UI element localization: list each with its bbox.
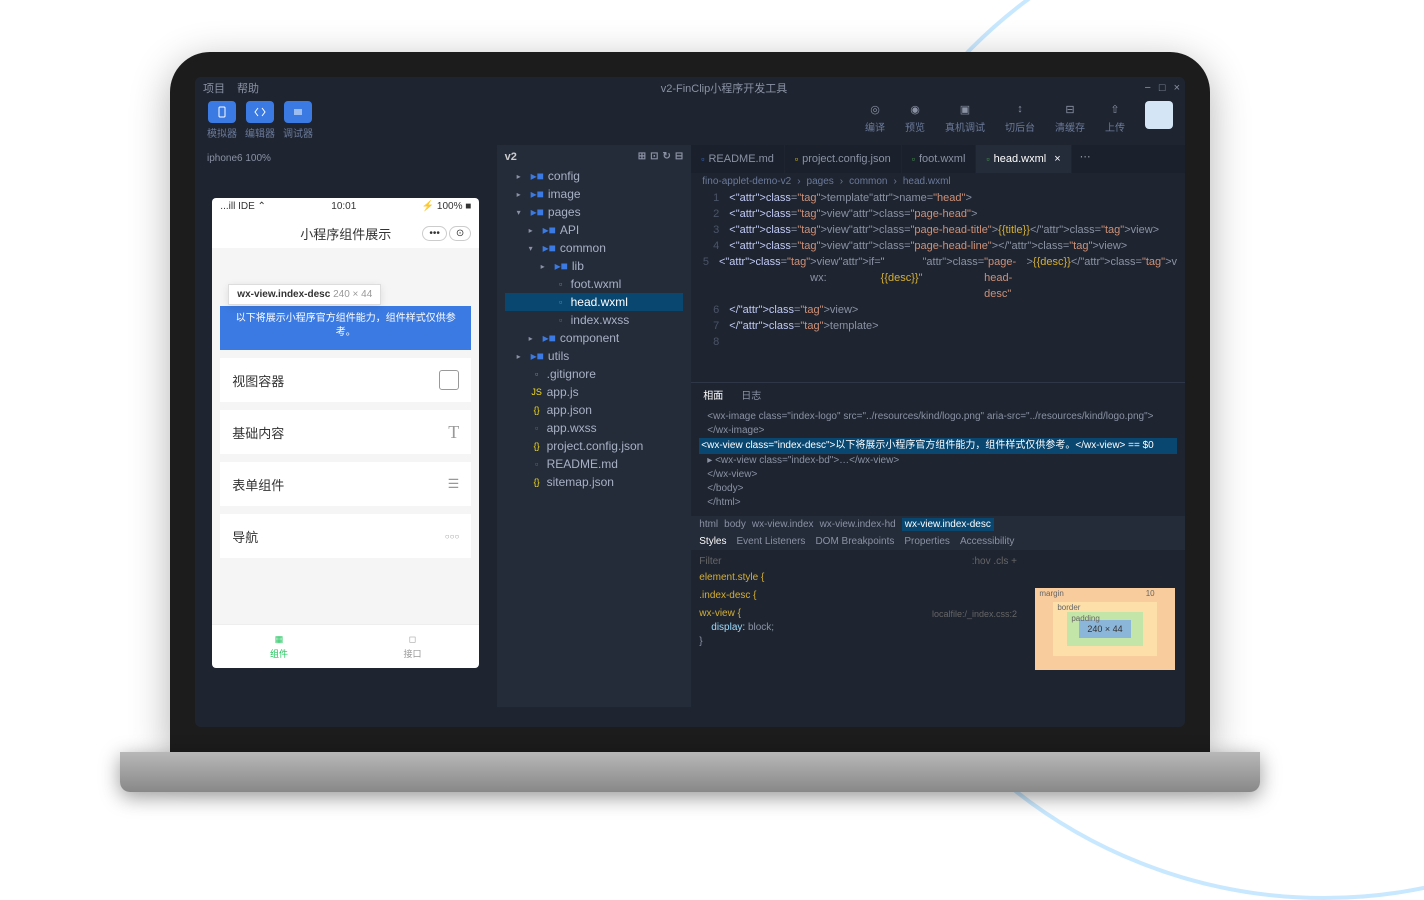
simulator-button[interactable] [208, 101, 236, 123]
dom-breadcrumb: htmlbodywx-view.indexwx-view.index-hdwx-… [691, 516, 1185, 533]
list-item[interactable]: 视图容器 [220, 358, 471, 402]
app-screen: 项目 帮助 v2-FinClip小程序开发工具 −□ × 模拟器 编辑器 调试器 … [195, 77, 1185, 727]
device-label: iphone6 100% [199, 149, 493, 168]
debugger-button[interactable] [284, 101, 312, 123]
tree-item[interactable]: ▸▸■API [505, 221, 684, 239]
tree-item[interactable]: ▫head.wxml [505, 293, 684, 311]
tree-item[interactable]: {}app.json [505, 401, 684, 419]
more-icon: ○○○ [445, 532, 460, 541]
container-icon [439, 370, 459, 390]
max-icon[interactable]: □ [1159, 82, 1166, 94]
grid-icon: ▦ [275, 634, 284, 645]
styles-tab[interactable]: Properties [904, 536, 950, 547]
editor-tab[interactable]: ▫README.md [691, 145, 785, 173]
editor-tab[interactable]: ▫project.config.json [785, 145, 902, 173]
preview-icon[interactable]: ◉ [905, 101, 925, 117]
tree-item[interactable]: ▾▸■pages [505, 203, 684, 221]
phone-simulator: ...ill IDE ⌃ 10:01 ⚡ 100% ■ 小程序组件展示 •••⊙… [212, 198, 479, 668]
editor-panel: ▫README.md▫project.config.json▫foot.wxml… [691, 145, 1185, 707]
tree-item[interactable]: {}project.config.json [505, 437, 684, 455]
debugger-label: 调试器 [283, 125, 313, 140]
box-model: margin10 border padding 240 × 44 [1025, 550, 1185, 707]
menu-project[interactable]: 项目 [203, 80, 225, 94]
background-icon[interactable]: ↕ [1010, 101, 1030, 117]
avatar[interactable] [1145, 101, 1173, 129]
simulator-label: 模拟器 [207, 125, 237, 140]
min-icon[interactable]: − [1144, 82, 1150, 94]
tree-item[interactable]: ▸▸■image [505, 185, 684, 203]
project-root: v2 [505, 151, 517, 163]
editor-label: 编辑器 [245, 125, 275, 140]
editor-tab[interactable]: ▫head.wxml× [976, 145, 1071, 173]
tab-close-icon[interactable]: × [1054, 153, 1060, 165]
tabbar-api[interactable]: ◻接口 [346, 625, 480, 668]
styles-pane[interactable]: Filter:hov .cls + element.style {.index-… [691, 550, 1025, 707]
capsule-more-icon[interactable]: ••• [422, 226, 447, 241]
status-right: ⚡ 100% ■ [422, 201, 472, 215]
list-item[interactable]: 基础内容T [220, 410, 471, 454]
laptop-mockup: 项目 帮助 v2-FinClip小程序开发工具 −□ × 模拟器 编辑器 调试器 … [170, 52, 1210, 792]
refresh-icon[interactable]: ↻ [662, 151, 670, 163]
tree-item[interactable]: ▸▸■config [505, 167, 684, 185]
editor-button[interactable] [246, 101, 274, 123]
simulator-panel: iphone6 100% ...ill IDE ⌃ 10:01 ⚡ 100% ■… [195, 145, 497, 707]
tree-item[interactable]: ▫foot.wxml [505, 275, 684, 293]
menu-help[interactable]: 帮助 [237, 80, 259, 94]
styles-tab[interactable]: Accessibility [960, 536, 1014, 547]
new-file-icon[interactable]: ⊞ [638, 151, 646, 163]
page-title: 小程序组件展示 [300, 224, 391, 243]
file-explorer: v2 ⊞ ⊡ ↻ ⊟ ▸▸■config▸▸■image▾▸■pages▸▸■API▾▸… [497, 145, 692, 707]
tree-item[interactable]: JSapp.js [505, 383, 684, 401]
status-time: 10:01 [331, 201, 356, 215]
tree-item[interactable]: ▸▸■lib [505, 257, 684, 275]
inspector-tooltip: wx-view.index-desc 240 × 44 [228, 284, 381, 305]
tabbar-component[interactable]: ▦组件 [212, 625, 346, 668]
text-icon: T [448, 422, 459, 443]
capsule-close-icon[interactable]: ⊙ [449, 226, 471, 241]
clear-cache-icon[interactable]: ⊟ [1060, 101, 1080, 117]
dom-tree[interactable]: <wx-image class="index-logo" src="../res… [691, 406, 1185, 516]
styles-tab[interactable]: Event Listeners [737, 536, 806, 547]
new-folder-icon[interactable]: ⊡ [650, 151, 658, 163]
list-item[interactable]: 导航○○○ [220, 514, 471, 558]
editor-tab[interactable]: ▫foot.wxml [902, 145, 977, 173]
tree-item[interactable]: ▾▸■common [505, 239, 684, 257]
styles-tab[interactable]: DOM Breakpoints [815, 536, 894, 547]
tree-item[interactable]: ▫app.wxss [505, 419, 684, 437]
menubar: 项目 帮助 v2-FinClip小程序开发工具 −□ × [195, 77, 1185, 97]
close-icon[interactable]: × [1174, 82, 1180, 94]
filter-controls[interactable]: :hov .cls + [972, 556, 1017, 567]
menu-icon: ☰ [448, 476, 460, 492]
toolbar: 模拟器 编辑器 调试器 ◎编译 ◉预览 ▣真机调试 ↕切后台 ⊟清缓存 ⇧上传 [195, 97, 1185, 145]
highlighted-element[interactable]: 以下将展示小程序官方组件能力，组件样式仅供参考。 [220, 306, 471, 350]
remote-debug-icon[interactable]: ▣ [955, 101, 975, 117]
tree-item[interactable]: ▫index.wxss [505, 311, 684, 329]
tree-item[interactable]: ▫.gitignore [505, 365, 684, 383]
devtools-panel: 相面日志 <wx-image class="index-logo" src=".… [691, 382, 1185, 707]
tree-item[interactable]: ▫README.md [505, 455, 684, 473]
compile-icon[interactable]: ◎ [865, 101, 885, 117]
collapse-icon[interactable]: ⊟ [675, 151, 683, 163]
filter-input[interactable]: Filter [699, 556, 721, 567]
upload-icon[interactable]: ⇧ [1105, 101, 1125, 117]
devtab-console[interactable]: 日志 [737, 385, 765, 404]
status-left: ...ill IDE ⌃ [220, 201, 266, 215]
styles-tab[interactable]: Styles [699, 536, 726, 547]
tree-item[interactable]: ▸▸■utils [505, 347, 684, 365]
devtab-elements[interactable]: 相面 [699, 385, 727, 404]
breadcrumb: fino-applet-demo-v2›pages›common›head.wx… [691, 173, 1185, 190]
window-title: v2-FinClip小程序开发工具 [661, 83, 788, 95]
list-item[interactable]: 表单组件☰ [220, 462, 471, 506]
code-editor[interactable]: 1<"attr">class="tag">template "attr">nam… [691, 190, 1185, 382]
tabs-more-icon[interactable]: ⋯ [1072, 145, 1099, 173]
tree-item[interactable]: ▸▸■component [505, 329, 684, 347]
api-icon: ◻ [409, 634, 416, 645]
tree-item[interactable]: {}sitemap.json [505, 473, 684, 491]
